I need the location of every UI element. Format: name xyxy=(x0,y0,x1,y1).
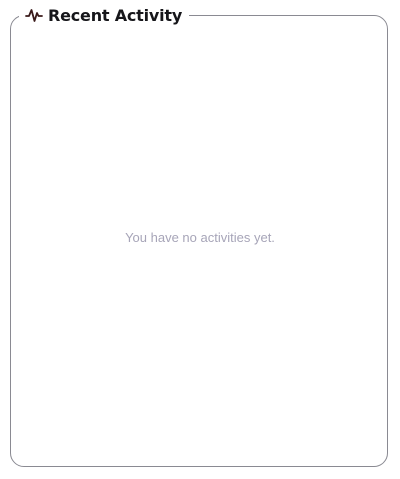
empty-state-message: You have no activities yet. xyxy=(125,230,275,245)
activity-pulse-icon xyxy=(25,6,43,24)
panel-header: Recent Activity xyxy=(19,4,190,26)
panel-title: Recent Activity xyxy=(48,5,183,25)
